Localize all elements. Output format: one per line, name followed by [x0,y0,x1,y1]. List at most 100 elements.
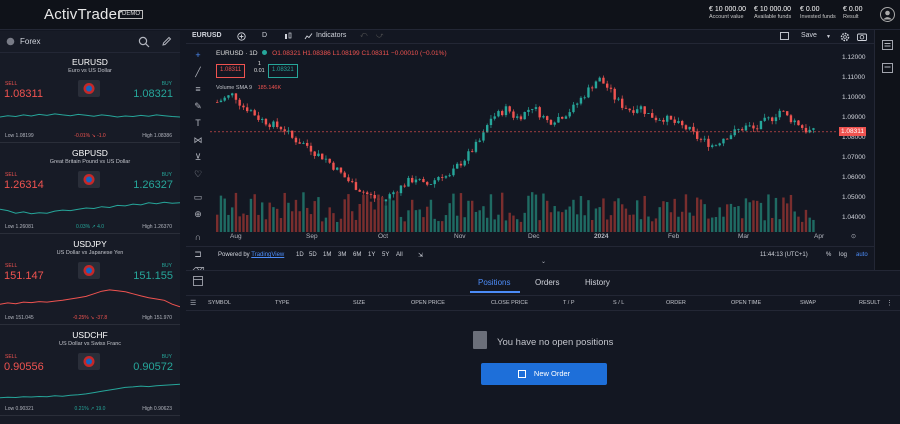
tab-history[interactable]: History [585,278,610,287]
range-button-1y[interactable]: 1Y [368,252,375,258]
column-header[interactable]: T / P [563,300,575,306]
volume-bar [501,192,504,232]
volume-bar [808,217,811,232]
fullscreen-icon[interactable] [780,32,789,42]
crosshair-icon[interactable]: + [192,50,204,61]
sell-price-button[interactable]: 0.90556 [4,361,44,373]
ruler-icon[interactable]: ▭ [192,192,204,203]
chart-settings-icon[interactable]: ⊙ [851,233,856,240]
column-header[interactable]: TYPE [275,300,289,306]
high-price: High 1.26370 [142,224,172,230]
indicators-button[interactable]: Indicators [316,32,346,39]
camera-icon[interactable] [857,32,867,43]
magnet-icon[interactable]: ∩ [192,232,204,243]
candle-body [399,185,403,194]
volume-bar [339,218,343,232]
column-header[interactable]: SIZE [353,300,365,306]
text-tool-icon[interactable]: T [192,118,204,129]
volume-bar [324,217,328,232]
tab-positions[interactable]: Positions [478,278,510,287]
volume-bar [437,221,440,232]
instrument-card-gbpusd[interactable]: GBPUSD Great Britain Pound vs US Dollar SE… [0,145,180,234]
buy-price-button[interactable]: 1.26327 [133,179,173,191]
panel-toggle-icon[interactable] [193,276,203,288]
volume-bar [523,212,526,232]
candle-body [414,179,418,183]
measure-icon[interactable]: ⊻ [192,152,204,163]
column-header[interactable]: OPEN TIME [731,300,761,306]
column-header[interactable]: OPEN PRICE [411,300,445,306]
price-chart[interactable] [210,44,838,244]
column-header[interactable]: RESULT [859,300,880,306]
interval-selector[interactable]: D [262,32,267,39]
range-button-1m[interactable]: 1M [323,252,331,258]
buy-price-button[interactable]: 0.90572 [133,361,173,373]
range-button-3m[interactable]: 3M [338,252,346,258]
buy-price-button[interactable]: 1.08321 [133,88,173,100]
volume-bar [531,192,534,232]
time-axis: Aug Sep Oct Nov Dec 2024 Feb Mar Apr [210,232,838,244]
candle-body [426,182,429,185]
auto-toggle[interactable]: auto [856,252,868,258]
watchlist-icon[interactable] [882,40,893,52]
volume-bar [767,194,770,232]
goto-date-icon[interactable]: ⇲ [418,252,423,259]
candle-body [527,109,530,112]
more-options-icon[interactable]: ⋮ [886,299,893,307]
candle-body [216,102,219,103]
add-compare-icon[interactable] [237,32,246,43]
zoom-in-icon[interactable]: ⊕ [192,209,204,220]
column-header[interactable]: SYMBOL [208,300,231,306]
candle-body [264,118,268,125]
candle-body [681,121,684,126]
settings-gear-icon[interactable] [840,32,850,44]
candle-body [729,135,733,140]
brush-icon[interactable]: ✎ [192,101,204,112]
range-button-6m[interactable]: 6M [353,252,361,258]
instrument-card-eurusd[interactable]: EURUSD Euro vs US Dollar SELL BUY 1.08311 1.0… [0,54,180,143]
percent-toggle[interactable]: % [826,252,831,258]
instrument-card-usdchf[interactable]: USDCHF US Dollar vs Swiss Franc SELL BUY 0.9… [0,327,180,416]
volume-bar [216,214,219,232]
column-header[interactable]: S / L [613,300,624,306]
tab-orders[interactable]: Orders [535,278,559,287]
range-button-5d[interactable]: 5D [309,252,317,258]
range-button-all[interactable]: All [396,252,403,258]
candle-body [812,128,815,130]
log-toggle[interactable]: log [839,252,847,258]
trend-line-icon[interactable]: ╱ [192,67,204,78]
save-button[interactable]: Save [801,32,817,39]
candle-style-icon[interactable] [284,32,292,43]
indicators-icon[interactable] [304,32,313,43]
buy-price-box[interactable]: 1.08321 [268,64,298,78]
columns-menu-icon[interactable]: ☰ [190,299,196,307]
search-icon[interactable] [138,36,150,50]
sell-price-button[interactable]: 1.08311 [4,88,43,100]
sell-price-box[interactable]: 1.08311 [216,64,246,78]
horizontal-lines-icon[interactable]: ≡ [192,84,204,95]
instrument-card-usdjpy[interactable]: USDJPY US Dollar vs Japanese Yen SELL BUY 15… [0,236,180,325]
pattern-icon[interactable]: ⋈ [192,135,204,146]
column-header[interactable]: SWAP [800,300,816,306]
edit-pencil-icon[interactable] [161,36,172,49]
messages-icon[interactable] [882,63,893,75]
range-button-1d[interactable]: 1D [296,252,304,258]
sell-price-button[interactable]: 1.26314 [4,179,44,191]
currency-flag-icon [78,262,100,279]
heart-icon[interactable]: ♡ [192,169,204,180]
save-dropdown-icon[interactable]: ▼ [826,34,831,40]
column-header[interactable]: ORDER [666,300,686,306]
column-header[interactable]: CLOSE PRICE [491,300,528,306]
buy-price-button[interactable]: 151.155 [133,270,173,282]
undo-icon[interactable]: ⤺ [360,32,367,40]
range-button-5y[interactable]: 5Y [382,252,389,258]
volume-bar [789,194,793,232]
candle-body [358,189,361,192]
user-avatar-icon[interactable] [880,7,895,22]
symbol-selector[interactable]: EURUSD [192,32,222,39]
candle-body [617,98,620,100]
redo-icon[interactable]: ⤻ [376,32,383,40]
volume-bar [546,200,549,232]
sell-price-button[interactable]: 151.147 [4,270,44,282]
new-order-button[interactable]: New Order [481,363,607,385]
